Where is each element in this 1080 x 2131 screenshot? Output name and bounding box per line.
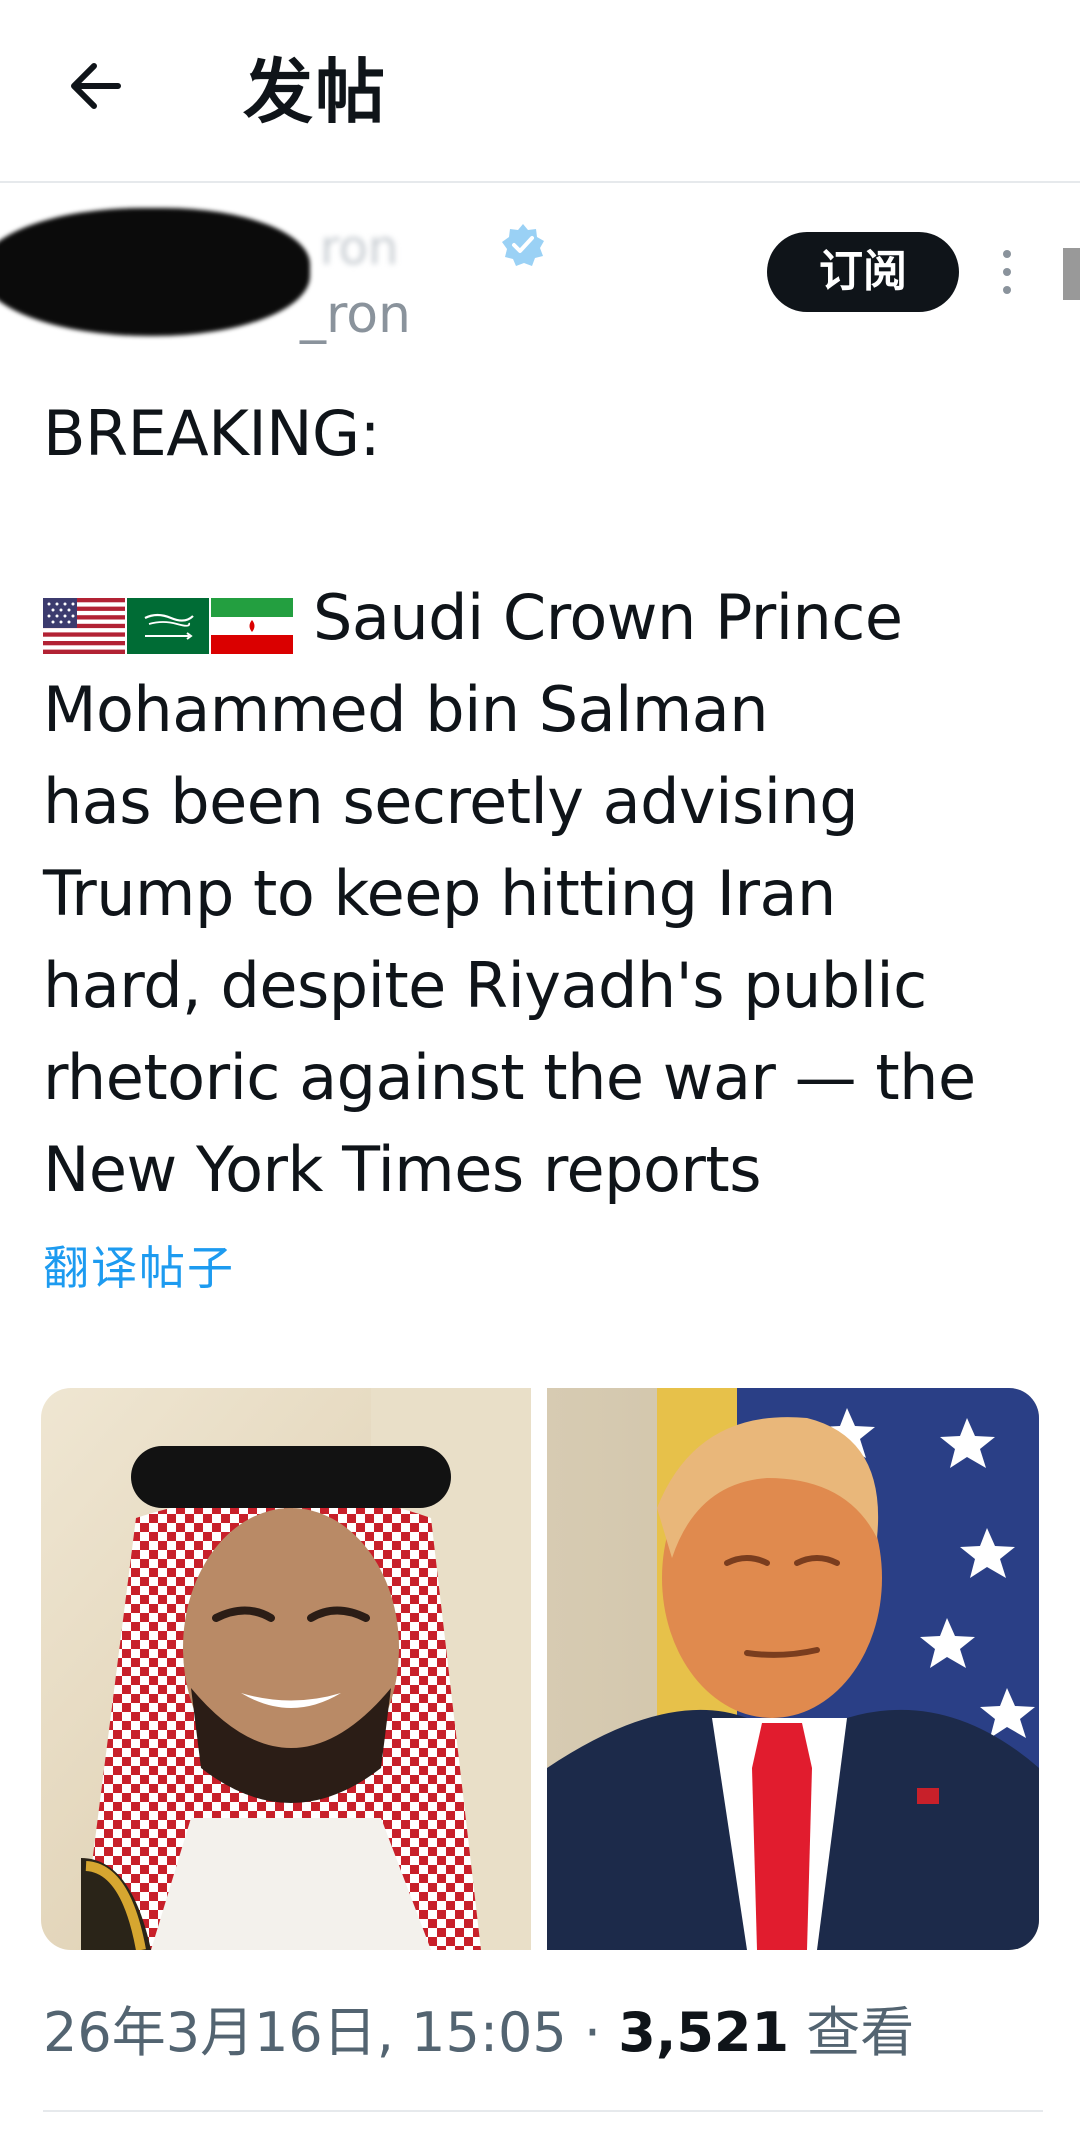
tweet-line — [43, 480, 1053, 572]
page-title: 发帖 — [243, 51, 387, 133]
tweet-line: rhetoric against the war — the — [43, 1041, 976, 1114]
us-flag-icon — [43, 597, 125, 654]
verified-badge-icon — [502, 224, 544, 266]
tweet-body: BREAKING: Saudi Crown Prince Mohammed bi… — [43, 388, 1053, 1216]
author-handle[interactable]: _ron — [300, 284, 411, 346]
media-grid — [41, 1388, 1039, 1950]
scroll-indicator — [1063, 248, 1080, 300]
tweet-line: Saudi Crown Prince — [313, 581, 903, 654]
view-count: 3,521 — [618, 2001, 790, 2064]
saudi-flag-icon — [127, 597, 209, 654]
tweet-line: hard, despite Riyadh's public — [43, 949, 927, 1022]
iran-flag-icon — [211, 597, 293, 654]
subscribe-button[interactable]: 订阅 — [767, 232, 959, 312]
photo-trump[interactable] — [547, 1388, 1039, 1950]
flag-group — [43, 576, 295, 668]
meta-separator: · — [583, 2001, 602, 2064]
top-bar: 发帖 — [0, 0, 1080, 183]
post-meta: 26年3月16日, 15:05 · 3,521 查看 — [43, 1998, 914, 2068]
tweet-line: Mohammed bin Salman — [43, 673, 769, 746]
tweet-line-with-flags: Saudi Crown Prince — [43, 572, 1053, 664]
post-timestamp[interactable]: 26年3月16日, 15:05 — [43, 2001, 567, 2064]
tweet-line: has been secretly advising — [43, 765, 859, 838]
tweet-line: Trump to keep hitting Iran — [43, 857, 836, 930]
view-count-label: 查看 — [806, 2001, 915, 2064]
author-display-name[interactable]: ron — [320, 220, 398, 276]
divider — [43, 2110, 1043, 2112]
redaction-scribble — [0, 208, 310, 336]
photo-crown-prince[interactable] — [41, 1388, 531, 1950]
translate-post-link[interactable]: 翻译帖子 — [43, 1236, 235, 1300]
tweet-line: New York Times reports — [43, 1133, 762, 1206]
tweet-line: BREAKING: — [43, 397, 380, 470]
back-arrow-icon[interactable] — [60, 50, 132, 122]
more-options-icon[interactable] — [995, 246, 1019, 298]
